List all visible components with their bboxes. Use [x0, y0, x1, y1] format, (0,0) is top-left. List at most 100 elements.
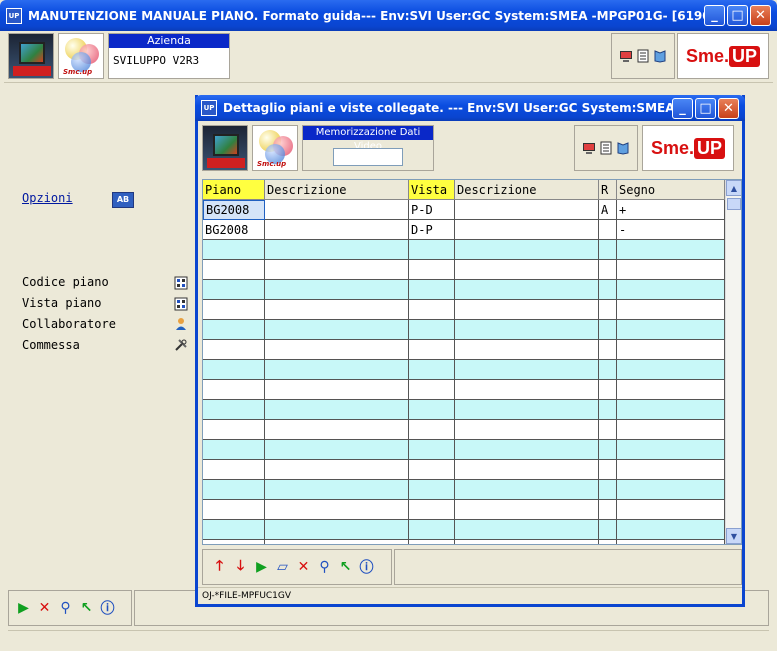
cell-segno[interactable] — [617, 300, 725, 320]
cell-segno[interactable] — [617, 520, 725, 540]
cell-r[interactable] — [599, 280, 617, 300]
cell-r[interactable] — [599, 440, 617, 460]
table-row[interactable] — [203, 380, 725, 400]
cell-segno[interactable] — [617, 400, 725, 420]
cell-segno[interactable] — [617, 540, 725, 544]
cell-r[interactable] — [599, 300, 617, 320]
cell-descrizione[interactable] — [265, 480, 409, 500]
cell-vista[interactable] — [409, 440, 455, 460]
cell-piano[interactable] — [203, 460, 265, 480]
cell-descrizione[interactable] — [265, 320, 409, 340]
document-icon[interactable] — [636, 49, 650, 63]
col-header-segno[interactable]: Segno — [617, 180, 725, 200]
table-row[interactable] — [203, 340, 725, 360]
cell-descrizione[interactable] — [265, 260, 409, 280]
table-row[interactable] — [203, 240, 725, 260]
cell-piano[interactable] — [203, 240, 265, 260]
cell-descrizione[interactable] — [265, 460, 409, 480]
cell-descrizione-2[interactable] — [455, 500, 599, 520]
cell-descrizione-2[interactable] — [455, 320, 599, 340]
cell-r[interactable] — [599, 260, 617, 280]
cell-r[interactable] — [599, 340, 617, 360]
cell-piano[interactable] — [203, 420, 265, 440]
col-header-descrizione-2[interactable]: Descrizione — [455, 180, 599, 200]
cell-segno[interactable] — [617, 500, 725, 520]
cell-descrizione-2[interactable] — [455, 360, 599, 380]
cell-vista[interactable] — [409, 520, 455, 540]
cell-r[interactable] — [599, 480, 617, 500]
table-row[interactable] — [203, 520, 725, 540]
table-row[interactable] — [203, 260, 725, 280]
person-icon[interactable] — [174, 317, 188, 331]
table-row[interactable]: BG2008 P-D A + — [203, 200, 725, 220]
cell-vista[interactable]: P-D — [409, 200, 455, 220]
cell-vista[interactable] — [409, 420, 455, 440]
cell-descrizione-2[interactable] — [455, 460, 599, 480]
cell-r[interactable] — [599, 460, 617, 480]
cell-descrizione-2[interactable] — [455, 300, 599, 320]
cell-segno[interactable]: + — [617, 200, 725, 220]
cell-descrizione-2[interactable] — [455, 220, 599, 240]
cell-segno[interactable] — [617, 260, 725, 280]
cell-vista[interactable] — [409, 260, 455, 280]
cell-piano[interactable] — [203, 500, 265, 520]
opzioni-link[interactable]: Opzioni — [22, 191, 73, 205]
cell-descrizione-2[interactable] — [455, 280, 599, 300]
cell-r[interactable] — [599, 240, 617, 260]
cell-vista[interactable] — [409, 320, 455, 340]
cell-vista[interactable] — [409, 340, 455, 360]
cell-r[interactable] — [599, 520, 617, 540]
cell-segno[interactable] — [617, 320, 725, 340]
table-row[interactable] — [203, 280, 725, 300]
child-smeup-logo[interactable]: Sme. UP — [642, 125, 734, 171]
opzioni-button[interactable]: AB — [112, 192, 134, 208]
table-row[interactable] — [203, 460, 725, 480]
cell-segno[interactable] — [617, 480, 725, 500]
cell-segno[interactable] — [617, 240, 725, 260]
child-maximize-button[interactable]: □ — [695, 97, 716, 119]
cell-segno[interactable] — [617, 340, 725, 360]
cell-segno[interactable] — [617, 440, 725, 460]
cell-vista[interactable] — [409, 240, 455, 260]
cell-r[interactable]: A — [599, 200, 617, 220]
cell-descrizione[interactable] — [265, 440, 409, 460]
cell-segno[interactable] — [617, 280, 725, 300]
cell-descrizione-2[interactable] — [455, 200, 599, 220]
grid-icon[interactable] — [174, 297, 188, 311]
table-row[interactable] — [203, 300, 725, 320]
cell-descrizione-2[interactable] — [455, 520, 599, 540]
table-row[interactable] — [203, 360, 725, 380]
cell-descrizione[interactable] — [265, 420, 409, 440]
table-row[interactable]: BG2008 D-P - — [203, 220, 725, 240]
cell-descrizione-2[interactable] — [455, 260, 599, 280]
cell-descrizione-2[interactable] — [455, 340, 599, 360]
col-header-piano[interactable]: Piano — [203, 180, 265, 200]
cell-piano[interactable] — [203, 540, 265, 544]
cell-descrizione[interactable] — [265, 300, 409, 320]
cancel-icon[interactable]: ✕ — [36, 600, 53, 617]
table-row[interactable] — [203, 420, 725, 440]
cell-segno[interactable]: - — [617, 220, 725, 240]
cell-piano[interactable] — [203, 480, 265, 500]
book-icon[interactable] — [616, 141, 630, 155]
minimize-button[interactable]: _ — [704, 5, 725, 26]
cell-r[interactable] — [599, 380, 617, 400]
cell-r[interactable] — [599, 320, 617, 340]
monitor-icon[interactable] — [619, 49, 633, 63]
child-minimize-button[interactable]: _ — [672, 97, 693, 119]
info-icon[interactable]: ⓘ — [358, 559, 375, 576]
child-close-button[interactable]: ✕ — [718, 97, 739, 119]
document-icon[interactable] — [599, 141, 613, 155]
play-icon[interactable]: ▶ — [253, 559, 270, 576]
table-row[interactable] — [203, 500, 725, 520]
cell-descrizione[interactable] — [265, 400, 409, 420]
table-row[interactable] — [203, 400, 725, 420]
smeup-logo[interactable]: Sme. UP — [677, 33, 769, 79]
cell-vista[interactable] — [409, 480, 455, 500]
col-header-descrizione[interactable]: Descrizione — [265, 180, 409, 200]
scroll-up-icon[interactable]: ▲ — [726, 180, 741, 196]
cell-vista[interactable] — [409, 300, 455, 320]
cell-descrizione[interactable] — [265, 380, 409, 400]
cell-r[interactable] — [599, 540, 617, 544]
eraser-icon[interactable]: ▱ — [274, 559, 291, 576]
